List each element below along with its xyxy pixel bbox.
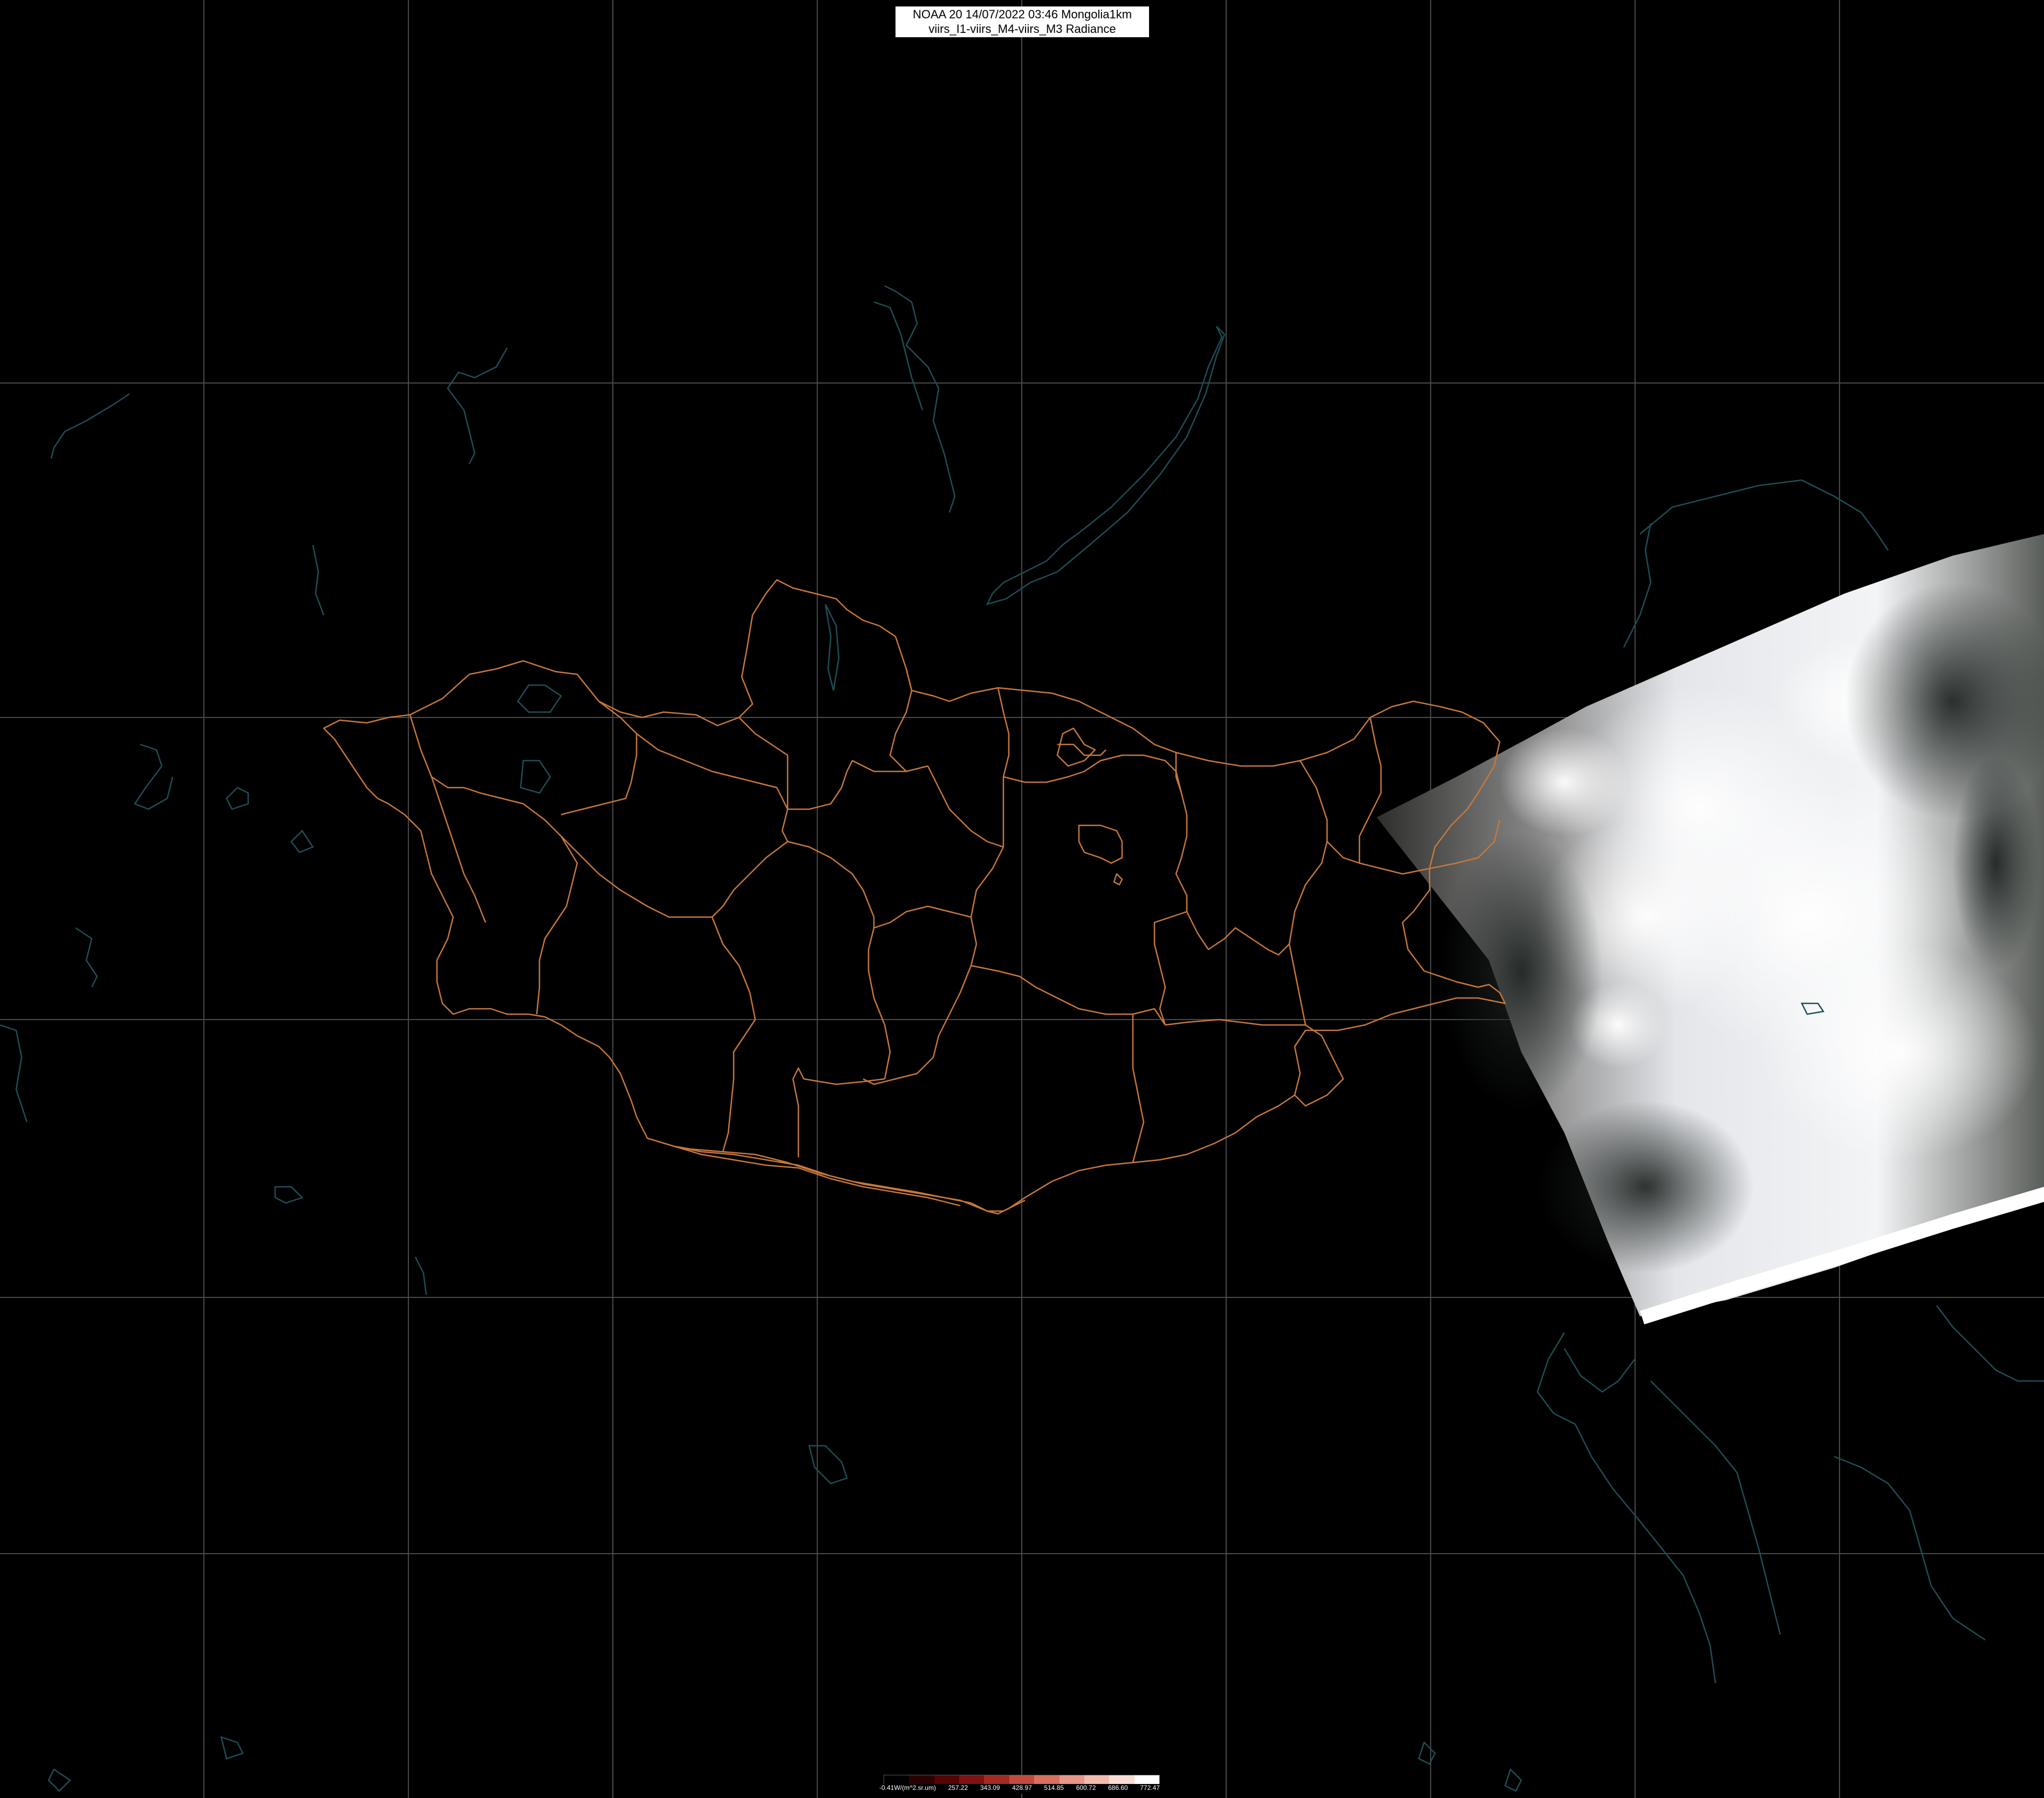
colorbar-swatch — [1059, 1775, 1084, 1784]
colorbar-tick-label: 772.47 — [1140, 1784, 1160, 1792]
terrain-dark — [1440, 831, 1602, 1111]
lake — [225, 787, 249, 810]
lake — [0, 1024, 28, 1123]
lake — [519, 760, 551, 794]
province-border — [792, 1067, 885, 1157]
colorbar-tick-label: 514.85 — [1044, 1784, 1064, 1792]
province-border — [1358, 717, 1382, 863]
lake — [517, 684, 562, 713]
province-border — [636, 733, 789, 810]
colorbar-labels: -0.41W/(m^2.sr.um) 257.22 343.09 428.97 514.… — [879, 1784, 1160, 1794]
province-border — [536, 836, 578, 1015]
lake — [134, 743, 174, 810]
lake — [50, 393, 130, 459]
china-border-south — [674, 1145, 1026, 1212]
colorbar-tick-label: 686.60 — [1108, 1784, 1128, 1792]
province-border — [787, 840, 875, 928]
lake — [414, 1256, 427, 1295]
province-border — [788, 760, 928, 810]
map-canvas — [0, 0, 2044, 1798]
colorbar-tick-label: 428.97 — [1012, 1784, 1032, 1792]
lake — [290, 830, 314, 853]
province-border — [1175, 815, 1188, 912]
province-border — [1165, 1018, 1305, 1026]
coastline — [1563, 1348, 1635, 1393]
cloud-blob — [1500, 728, 1629, 836]
coastline-korea — [1650, 1380, 1781, 1635]
colorbar-tick-label: -0.41W/(m^2.sr.um) — [879, 1784, 936, 1792]
colorbar-swatch — [1009, 1775, 1035, 1784]
province-border — [927, 765, 1004, 848]
satellite-swath — [1377, 534, 2044, 1324]
province-border — [409, 714, 562, 837]
province-border — [430, 776, 487, 923]
island — [1504, 1768, 1522, 1792]
lake-baikal — [986, 326, 1226, 605]
province-border — [1153, 911, 1187, 1026]
province-border — [1288, 760, 1328, 1026]
colorbar-swatch — [1109, 1775, 1134, 1784]
coastline — [1834, 1455, 1986, 1641]
colorbar-swatch — [909, 1775, 934, 1784]
lake — [274, 1186, 304, 1204]
satellite-map: NOAA 20 14/07/2022 03:46 Mongolia1km vii… — [0, 0, 2044, 1798]
mongolia-border — [323, 579, 1506, 1215]
colorbar-swatch — [959, 1775, 985, 1784]
lake — [447, 347, 508, 464]
province-border — [863, 965, 972, 1085]
province-border — [1132, 1014, 1145, 1163]
administrative-borders — [323, 579, 1506, 1215]
colorbar-gradient — [884, 1775, 1160, 1785]
terrain-dark — [1953, 755, 2039, 971]
province-border — [970, 846, 1166, 1026]
colorbar-swatch — [934, 1775, 960, 1784]
city-boundary — [1113, 873, 1123, 886]
city-boundary — [1078, 824, 1123, 864]
island — [1418, 1741, 1436, 1765]
province-border — [889, 668, 913, 772]
island — [47, 1768, 71, 1792]
province-border — [997, 687, 1010, 847]
lake — [824, 604, 840, 691]
colorbar-tick-label: 600.72 — [1076, 1784, 1096, 1792]
province-border — [867, 905, 972, 1079]
coastline-china — [1639, 479, 1889, 551]
province-border — [560, 701, 638, 816]
province-border — [560, 836, 691, 918]
colorbar-tick-label: 343.09 — [980, 1784, 1000, 1792]
colorbar-swatch — [1134, 1775, 1159, 1784]
colorbar-swatch — [984, 1775, 1009, 1784]
province-border — [1003, 754, 1188, 815]
island — [220, 1736, 244, 1760]
cloud-blob — [1759, 944, 2039, 1160]
province-border — [1057, 743, 1106, 756]
colorbar-tick-label: 257.22 — [948, 1784, 968, 1792]
radiance-colorbar: -0.41W/(m^2.sr.um) 257.22 343.09 428.97 514.… — [879, 1775, 1160, 1795]
lake — [808, 1445, 848, 1485]
colorbar-swatch — [1034, 1775, 1059, 1784]
province-border — [1186, 911, 1290, 956]
lake — [75, 927, 98, 988]
terrain-dark — [1537, 1100, 1753, 1273]
colorbar-swatch — [884, 1775, 910, 1784]
colorbar-swatch — [1084, 1775, 1110, 1784]
map-title: NOAA 20 14/07/2022 03:46 Mongolia1km vii… — [895, 6, 1149, 37]
province-border — [711, 841, 788, 1152]
river — [312, 544, 325, 616]
coastline-china — [1623, 523, 1652, 648]
coastline — [1936, 1305, 2044, 1382]
coastline-korea — [1536, 1332, 1717, 1684]
title-line-1: NOAA 20 14/07/2022 03:46 Mongolia1km — [912, 8, 1132, 21]
province-border — [1294, 1024, 1344, 1107]
title-line-2: viirs_I1-viirs_M4-viirs_M3 Radiance — [928, 22, 1116, 36]
